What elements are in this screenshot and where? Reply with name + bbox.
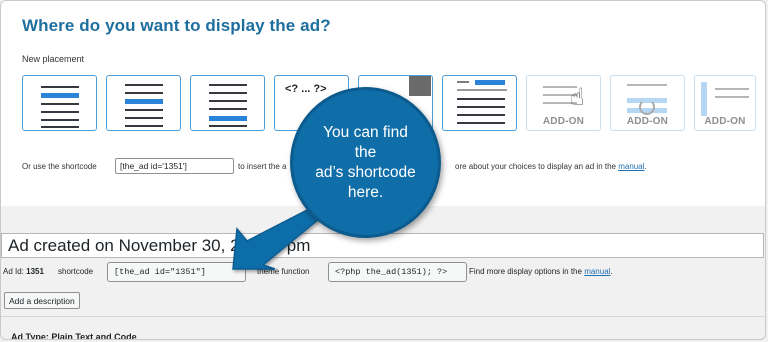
pointer-hand-icon: ☝	[570, 84, 585, 111]
shortcode-label: shortcode	[58, 267, 94, 276]
callout-line-3: here.	[347, 183, 384, 201]
addon-label: ADD-ON	[626, 116, 669, 127]
loading-icon	[639, 99, 655, 115]
placement-tile-addon-3[interactable]: ADD-ON	[694, 75, 756, 131]
placement-shortcode-input[interactable]	[115, 158, 234, 174]
shortcode-prefix-text: Or use the shortcode	[22, 162, 97, 171]
callout-bubble: You can find the ad’s shortcode here.	[290, 87, 441, 238]
placement-tile-header[interactable]	[442, 75, 517, 131]
addon-label: ADD-ON	[542, 116, 585, 127]
placement-tile-before-content[interactable]	[22, 75, 97, 131]
placement-tile-content[interactable]	[106, 75, 181, 131]
callout-line-2: ad’s shortcode	[315, 163, 416, 181]
theme-function-field[interactable]: <?php the_ad(1351); ?>	[328, 262, 467, 282]
ad-id-label: Ad Id: 1351	[3, 267, 44, 276]
more-options-text: Find more display options in the manual.	[469, 267, 613, 276]
ad-title-field[interactable]: Ad created on November 30, 2021 6 pm	[1, 233, 764, 258]
shortcode-middle-text: to insert the a	[238, 162, 287, 171]
manual-link[interactable]: manual	[618, 162, 644, 171]
placement-tile-addon-1[interactable]: ADD-ON	[526, 75, 601, 131]
ad-shortcode-field[interactable]: [the_ad id="1351"]	[107, 262, 246, 282]
php-code-label: <? ... ?>	[285, 83, 327, 95]
manual-link-2[interactable]: manual	[584, 267, 610, 276]
divider	[1, 316, 765, 317]
ad-id-value: 1351	[26, 267, 44, 276]
add-description-button[interactable]: Add a description	[4, 292, 80, 309]
placement-tile-after-content[interactable]	[190, 75, 265, 131]
callout-line-1: You can find the	[323, 123, 408, 161]
addon-label: ADD-ON	[704, 116, 746, 127]
page-title: Where do you want to display the ad?	[22, 16, 331, 35]
theme-function-label: theme function	[257, 267, 310, 276]
ad-type-heading: Ad Type: Plain Text and Code	[11, 332, 137, 340]
screenshot-frame: Where do you want to display the ad? New…	[0, 0, 766, 340]
shortcode-suffix-text: ore about your choices to display an ad …	[455, 162, 647, 171]
new-placement-label: New placement	[22, 54, 85, 64]
ad-meta-row: Ad Id: 1351 shortcode [the_ad id="1351"]…	[1, 262, 765, 286]
